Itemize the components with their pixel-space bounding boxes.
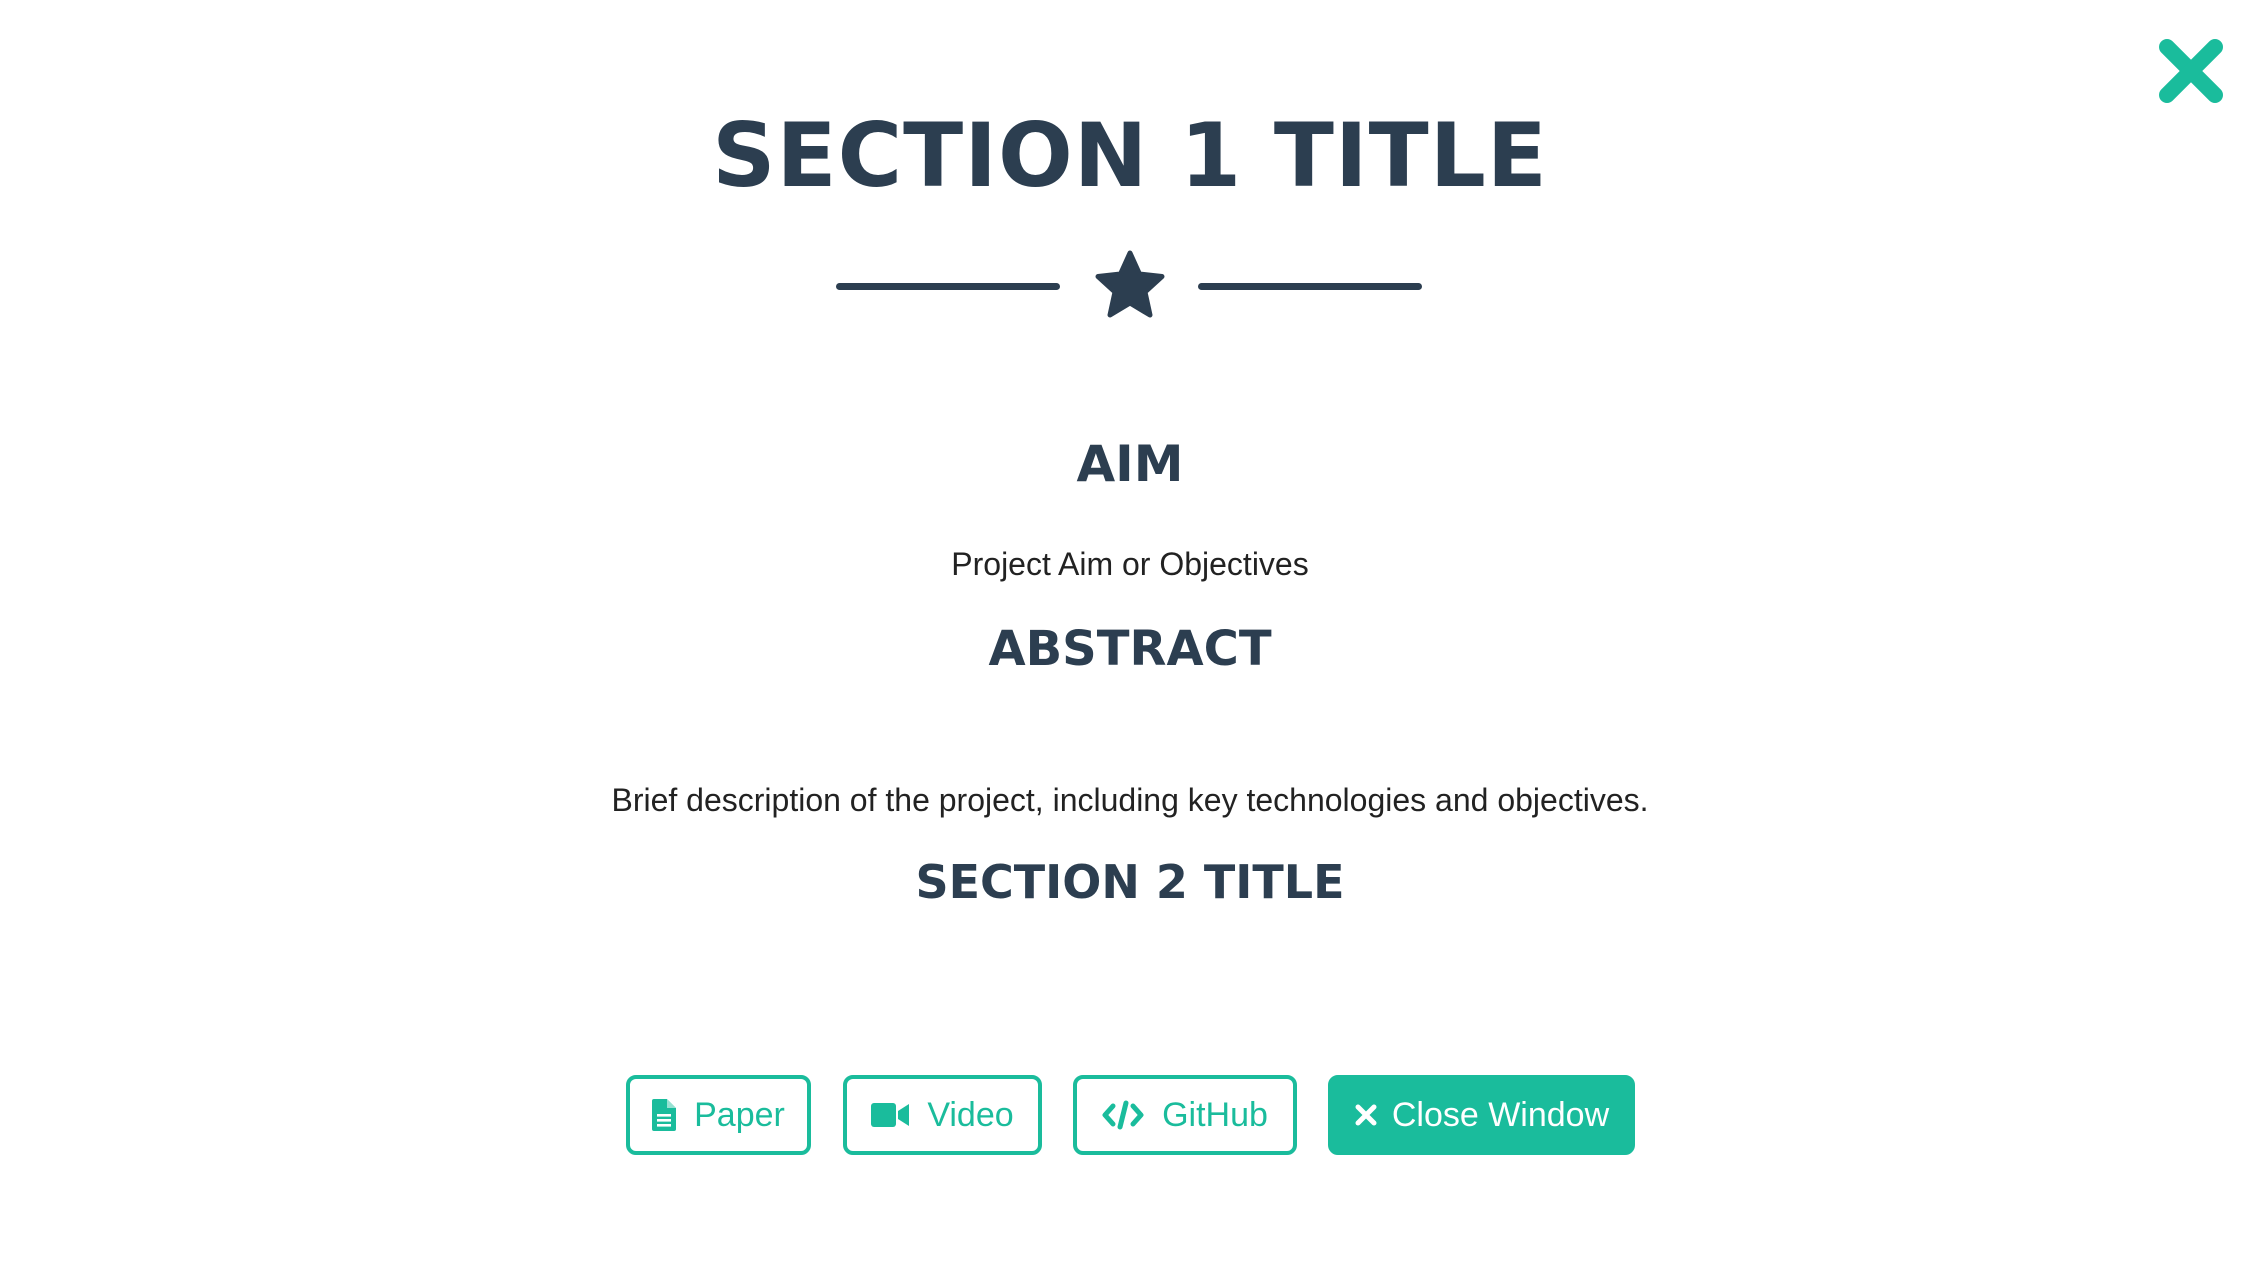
video-camera-icon [871,1102,910,1128]
close-window-button-label: Close Window [1391,1095,1610,1134]
github-button[interactable]: GitHub [1073,1075,1297,1155]
paper-button-label: Paper [694,1095,785,1134]
page-title: SECTION 1 TITLE [712,104,1548,207]
star-icon [1094,250,1166,320]
abstract-text: Brief description of the project, includ… [611,782,1649,818]
github-button-label: GitHub [1162,1095,1268,1134]
paper-button[interactable]: Paper [626,1075,811,1155]
close-x-icon [2159,39,2223,103]
section2-heading: SECTION 2 TITLE [915,855,1345,909]
title-divider [0,248,2260,324]
close-window-button[interactable]: Close Window [1328,1075,1635,1155]
video-button-label: Video [927,1095,1014,1134]
times-icon [1354,1103,1378,1127]
close-modal-button[interactable] [2155,36,2227,106]
file-text-icon [652,1099,677,1131]
video-button[interactable]: Video [843,1075,1042,1155]
aim-text: Project Aim or Objectives [951,546,1309,582]
abstract-heading: ABSTRACT [988,621,1272,677]
divider-line-left [836,283,1060,290]
aim-heading: AIM [1076,435,1184,493]
code-icon [1102,1100,1144,1130]
divider-line-right [1198,283,1422,290]
